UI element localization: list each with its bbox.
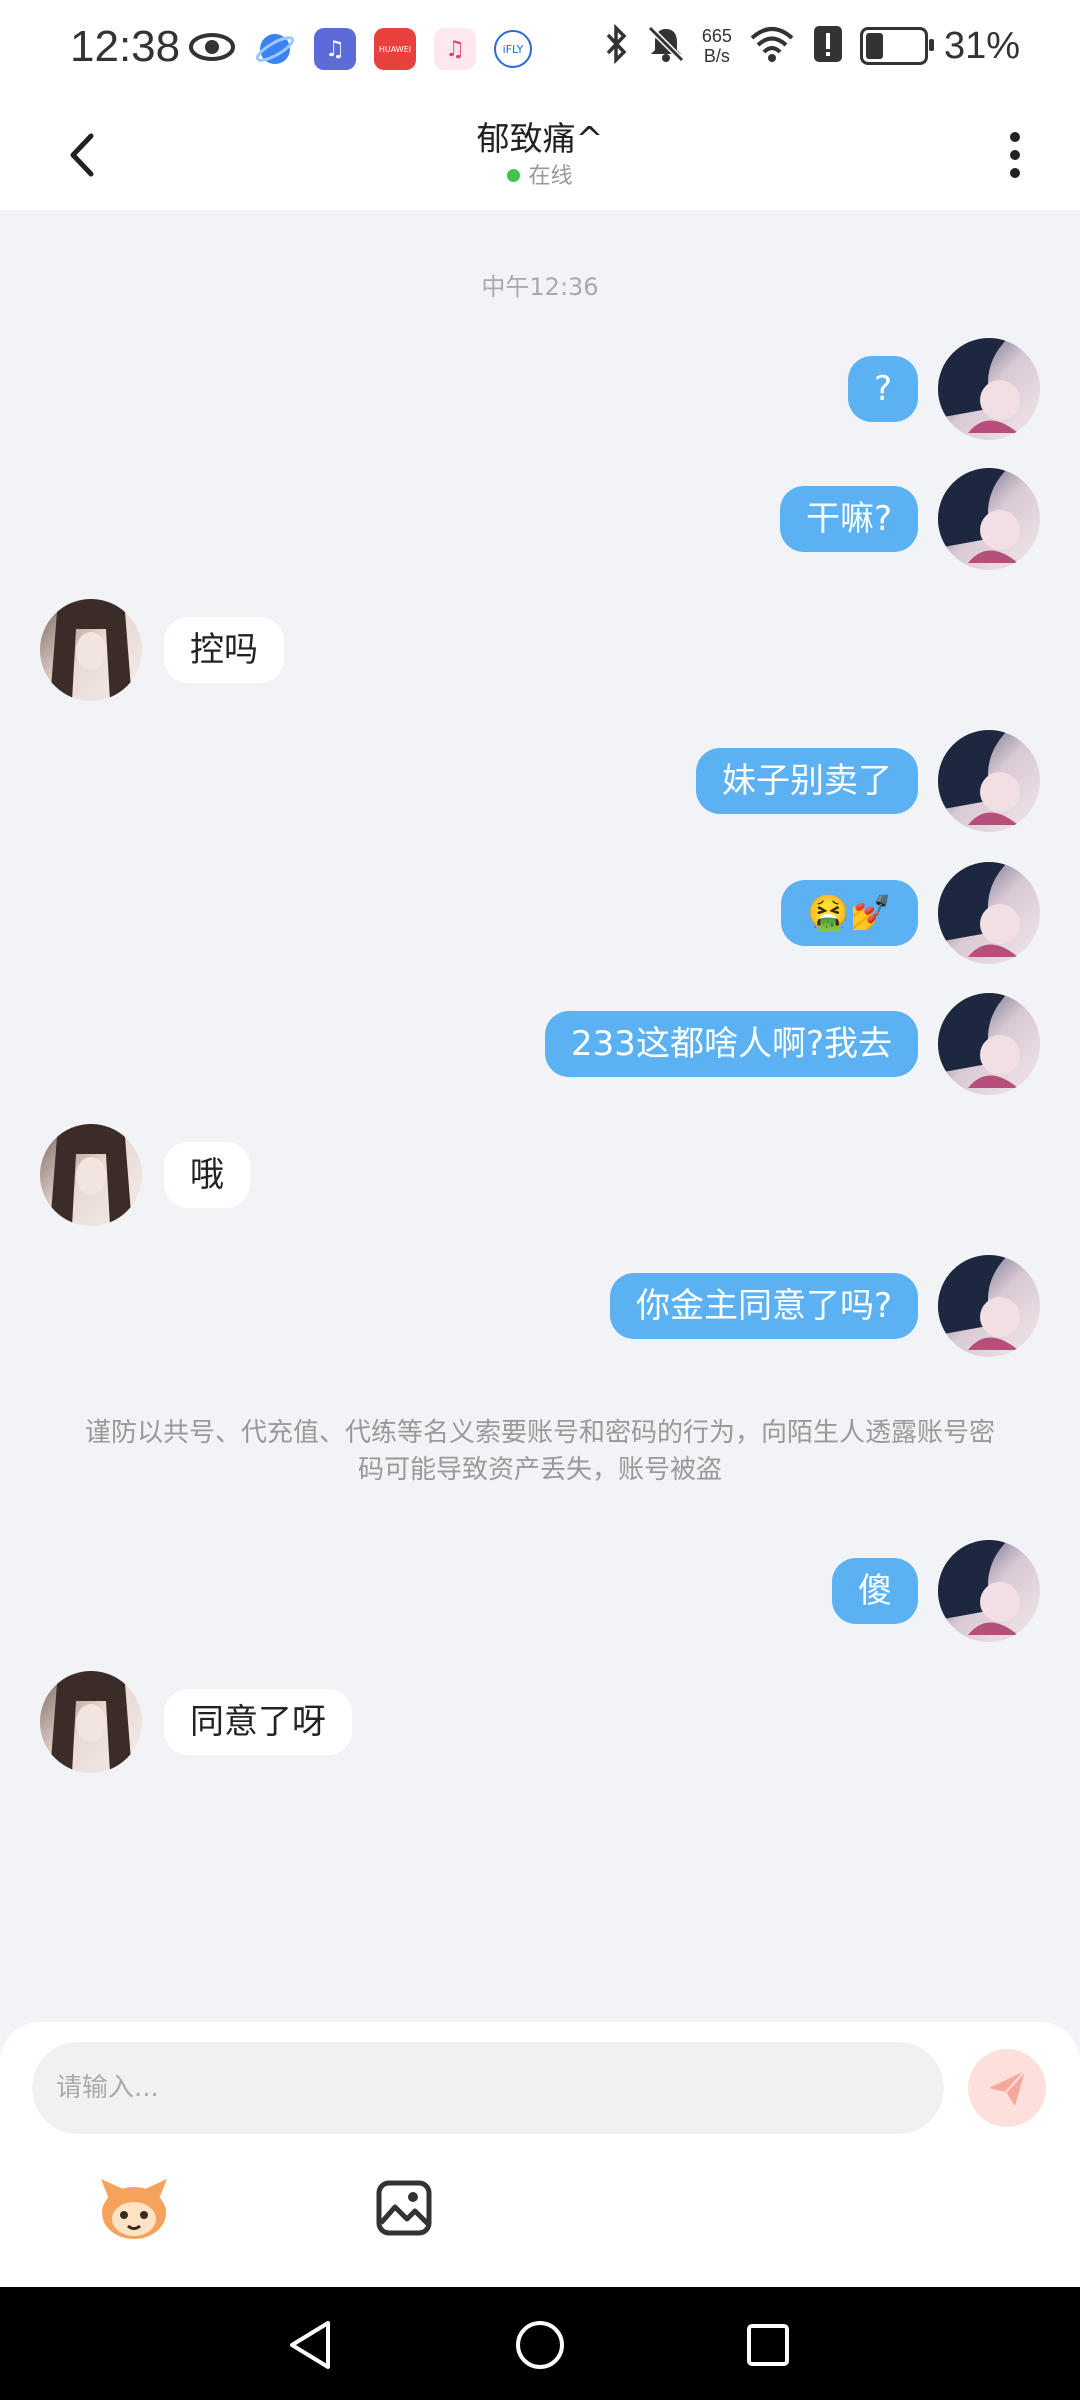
- battery-icon: [859, 27, 934, 65]
- composer: [0, 2022, 1080, 2287]
- nav-recents-button[interactable]: [738, 2315, 798, 2375]
- chat-area[interactable]: 中午12:36 ? 干嘛? 控吗 妹子别卖了 🤮💅 233这都啥人啊?我去 哦 …: [0, 210, 1080, 2020]
- my-avatar[interactable]: [938, 1255, 1040, 1357]
- message-row-sent: 干嘛?: [779, 468, 1040, 570]
- message-bubble[interactable]: ?: [847, 356, 918, 422]
- mute-icon: [646, 24, 686, 68]
- message-bubble[interactable]: 控吗: [164, 617, 284, 683]
- square-recents-icon: [747, 2324, 789, 2366]
- message-bubble[interactable]: 233这都啥人啊?我去: [545, 1011, 918, 1077]
- message-row-sent: 傻: [832, 1540, 1040, 1642]
- my-avatar[interactable]: [938, 338, 1040, 440]
- contact-avatar[interactable]: [40, 1671, 142, 1773]
- ifly-icon: iFLY: [494, 30, 532, 68]
- bluetooth-icon: [604, 23, 630, 68]
- security-notice: 谨防以共号、代充值、代练等名义索要账号和密码的行为，向陌生人透露账号密码可能导致…: [84, 1418, 995, 1485]
- status-time: 12:38: [70, 22, 181, 71]
- message-bubble[interactable]: 傻: [832, 1558, 918, 1624]
- sticker-button[interactable]: [96, 2170, 172, 2246]
- online-dot: [507, 168, 521, 182]
- system-nav-bar: [0, 2287, 1080, 2400]
- chat-header: 郁致痛^ 在线: [0, 100, 1080, 210]
- music-app-icon: ♫: [314, 28, 356, 70]
- my-avatar[interactable]: [938, 468, 1040, 570]
- browser-icon: [254, 28, 296, 70]
- battery-percent: 31%: [943, 24, 1020, 67]
- huawei-appgallery-icon: HUAWEI: [374, 28, 416, 70]
- image-button[interactable]: [366, 2170, 442, 2246]
- message-time-label: 中午12:36: [481, 273, 599, 301]
- triangle-back-icon: [290, 2321, 330, 2369]
- my-avatar[interactable]: [938, 1540, 1040, 1642]
- send-icon: [989, 2070, 1026, 2106]
- message-bubble[interactable]: 🤮💅: [781, 880, 918, 946]
- message-bubble[interactable]: 妹子别卖了: [696, 748, 918, 814]
- message-row-sent: 233这都啥人啊?我去: [545, 993, 1040, 1095]
- my-avatar[interactable]: [938, 862, 1040, 964]
- more-options-button[interactable]: [980, 120, 1050, 190]
- contact-avatar[interactable]: [40, 599, 142, 701]
- message-row-received: 同意了呀: [40, 1671, 352, 1773]
- message-row-sent: 妹子别卖了: [696, 730, 1040, 832]
- message-bubble[interactable]: 干嘛?: [779, 486, 918, 552]
- message-input[interactable]: [32, 2042, 944, 2134]
- message-bubble[interactable]: 同意了呀: [164, 1689, 352, 1755]
- circle-home-icon: [516, 2321, 564, 2369]
- message-row-sent: 🤮💅: [781, 862, 1040, 964]
- nav-back-button[interactable]: [280, 2315, 340, 2375]
- message-bubble[interactable]: 你金主同意了吗?: [609, 1273, 918, 1339]
- image-icon: [376, 2180, 432, 2236]
- emoji-mascot-icon: [101, 2179, 167, 2239]
- message-row-sent: ?: [847, 338, 1040, 440]
- message-bubble[interactable]: 哦: [164, 1142, 250, 1208]
- system-status-icons: 665 B/s 31%: [604, 23, 1020, 68]
- message-row-received: 哦: [40, 1124, 250, 1226]
- eye-icon: [188, 30, 236, 68]
- network-speed: 665 B/s: [701, 26, 732, 66]
- more-vertical-icon: [1010, 132, 1020, 178]
- music-icon: ♫: [434, 28, 476, 70]
- message-row-sent: 你金主同意了吗?: [609, 1255, 1040, 1357]
- my-avatar[interactable]: [938, 993, 1040, 1095]
- contact-avatar[interactable]: [40, 1124, 142, 1226]
- online-status: 在线: [0, 158, 1080, 190]
- online-status-label: 在线: [528, 164, 573, 189]
- message-row-received: 控吗: [40, 599, 284, 701]
- notification-icons: ♫ HUAWEI ♫ iFLY: [188, 28, 532, 70]
- nav-home-button[interactable]: [510, 2315, 570, 2375]
- my-avatar[interactable]: [938, 730, 1040, 832]
- wifi-icon: [748, 24, 796, 68]
- send-button[interactable]: [968, 2049, 1046, 2127]
- contact-name[interactable]: 郁致痛^: [0, 112, 1080, 160]
- status-bar: 12:38 ♫ HUAWEI ♫ iFLY 665 B/s 31%: [0, 0, 1080, 100]
- alert-icon: [812, 24, 844, 68]
